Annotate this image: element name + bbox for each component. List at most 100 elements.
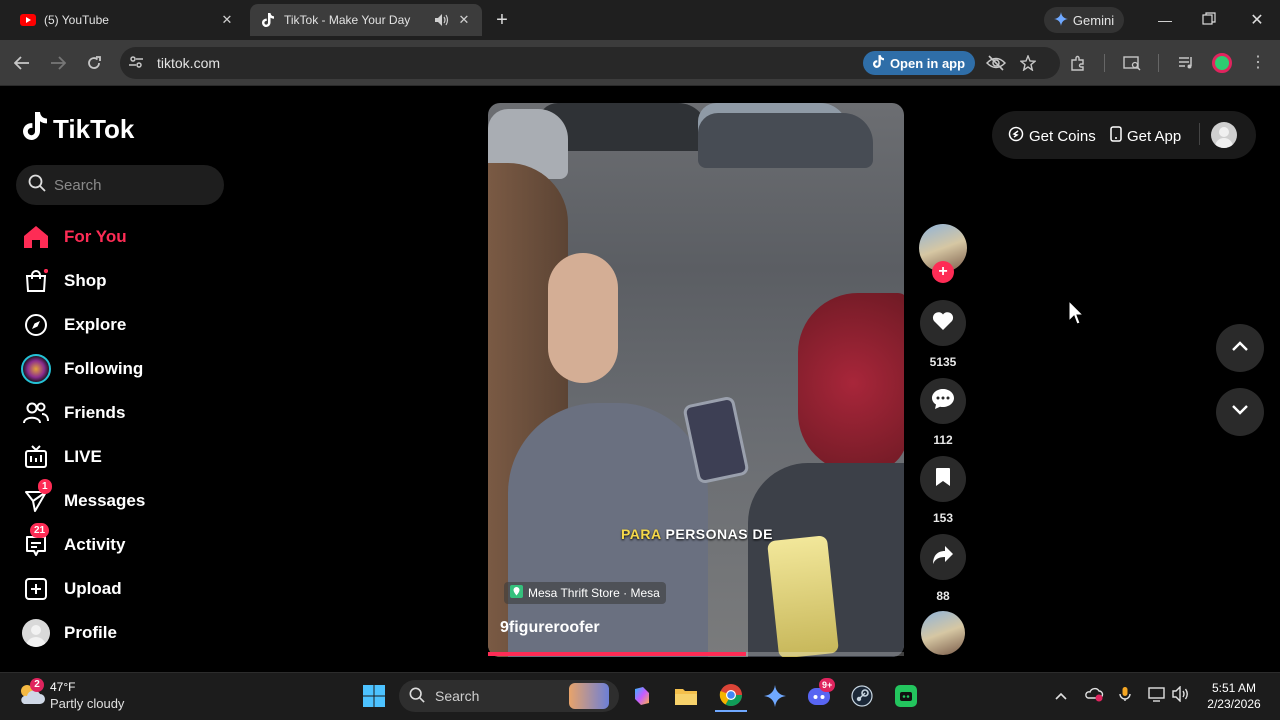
video-player[interactable] (488, 103, 904, 657)
discord-icon[interactable]: 9+ (803, 678, 836, 712)
compass-icon (20, 309, 52, 341)
search-input[interactable] (54, 176, 204, 194)
location-pin-icon (510, 585, 523, 601)
search-input-container[interactable] (16, 165, 224, 205)
bookmark-star-icon[interactable] (1017, 52, 1039, 74)
forward-icon[interactable] (47, 52, 69, 74)
video-author[interactable]: 9figureroofer (500, 619, 600, 637)
search-icon (409, 687, 425, 706)
tab-tiktok[interactable]: TikTok - Make Your Day ✕ (250, 4, 482, 36)
nav-label: Shop (64, 271, 107, 290)
search-icon (28, 174, 46, 197)
nav-activity[interactable]: 21 Activity (20, 523, 240, 565)
like-button[interactable] (920, 300, 966, 346)
tab-search-icon[interactable] (1121, 52, 1143, 74)
speaker-icon[interactable] (434, 12, 450, 28)
reload-icon[interactable] (83, 52, 105, 74)
toolbar-divider (1104, 54, 1105, 72)
video-scene-person-face (548, 253, 618, 383)
close-tab-icon[interactable]: ✕ (219, 12, 235, 28)
close-tab-icon[interactable]: ✕ (456, 12, 472, 28)
tab-youtube[interactable]: (5) YouTube ✕ (10, 4, 245, 36)
tiktok-icon (872, 55, 884, 71)
activity-badge: 21 (30, 523, 50, 538)
media-controls-icon[interactable] (1175, 52, 1197, 74)
taskbar-search[interactable]: Search (399, 680, 619, 712)
volume-icon[interactable] (1172, 685, 1190, 705)
next-video-button[interactable] (1216, 388, 1264, 436)
nav-shop[interactable]: Shop (20, 261, 240, 301)
new-tab-button[interactable]: + (492, 10, 512, 30)
back-icon[interactable] (11, 52, 33, 74)
nav-live[interactable]: LIVE (20, 437, 240, 477)
app-icon[interactable] (890, 680, 922, 712)
nav-messages[interactable]: 1 Messages (20, 479, 240, 521)
eye-off-icon[interactable] (985, 52, 1007, 74)
previous-video-button[interactable] (1216, 324, 1264, 372)
tab-title: (5) YouTube (44, 13, 109, 27)
coin-icon (1008, 126, 1024, 146)
sound-disc-avatar[interactable] (921, 611, 965, 655)
video-progress-bar[interactable] (488, 652, 904, 656)
caption-highlight: PARA (621, 526, 662, 542)
windows-start-icon[interactable] (358, 680, 390, 712)
nav-for-you[interactable]: For You (20, 217, 240, 257)
profile-avatar (20, 617, 52, 649)
nav-upload[interactable]: Upload (20, 569, 240, 609)
nav-following[interactable]: Following (20, 349, 240, 389)
nav-label: Upload (64, 579, 122, 598)
user-avatar[interactable] (1211, 122, 1237, 148)
profile-avatar-icon[interactable] (1212, 53, 1232, 73)
video-scene-person-hair (798, 293, 904, 473)
logo-text: TikTok (53, 114, 135, 144)
weather-icon[interactable]: 2 (16, 678, 48, 710)
site-info-icon[interactable] (128, 54, 144, 75)
microphone-icon[interactable] (1119, 686, 1131, 705)
home-icon (20, 221, 52, 253)
close-window-button[interactable]: ✕ (1248, 10, 1266, 29)
nav-label: Friends (64, 403, 126, 422)
location-tag[interactable]: Mesa Thrift Store · Mesa (504, 582, 666, 604)
share-button[interactable] (920, 534, 966, 580)
clock-date[interactable]: 2/23/2026 (1196, 697, 1272, 711)
youtube-icon (20, 12, 36, 28)
show-hidden-icons-icon[interactable] (1054, 688, 1068, 704)
video-scene-bag (766, 535, 840, 657)
file-explorer-icon[interactable] (670, 680, 702, 712)
restore-button[interactable] (1202, 12, 1218, 28)
steam-icon[interactable] (846, 680, 878, 712)
copilot-icon[interactable] (626, 680, 658, 712)
tiktok-logo[interactable]: TikTok (23, 112, 134, 147)
chrome-icon[interactable] (715, 680, 747, 712)
nav-profile[interactable]: Profile (20, 613, 240, 653)
url-text[interactable]: tiktok.com (157, 55, 220, 71)
clock-time[interactable]: 5:51 AM (1200, 681, 1268, 695)
extensions-icon[interactable] (1067, 52, 1089, 74)
inbox-icon: 21 (20, 523, 52, 561)
get-coins-button[interactable]: Get Coins (1008, 126, 1096, 146)
nav-friends[interactable]: Friends (20, 393, 240, 433)
bookmark-button[interactable] (920, 456, 966, 502)
tab-title: TikTok - Make Your Day (284, 13, 411, 27)
video-scene-car (698, 113, 873, 168)
follow-plus-button[interactable]: + (932, 261, 954, 283)
nav-label: Messages (64, 491, 146, 510)
phone-icon (1110, 126, 1122, 146)
tiktok-icon (23, 112, 47, 147)
gemini-app-icon[interactable] (759, 680, 791, 712)
nav-label: Explore (64, 315, 127, 334)
gemini-button[interactable]: Gemini (1044, 7, 1124, 33)
comment-button[interactable] (920, 378, 966, 424)
nav-label: For You (64, 227, 127, 246)
get-app-button[interactable]: Get App (1110, 126, 1181, 146)
onedrive-icon[interactable] (1084, 686, 1104, 705)
menu-kebab-icon[interactable]: ⋮ (1250, 52, 1266, 74)
open-in-app-button[interactable]: Open in app (863, 51, 975, 75)
nav-explore[interactable]: Explore (20, 305, 240, 345)
share-icon (932, 545, 954, 570)
minimize-button[interactable]: — (1156, 12, 1174, 28)
chevron-down-icon (1231, 403, 1249, 421)
network-icon[interactable] (1148, 686, 1166, 705)
plus-square-icon (20, 573, 52, 605)
comment-icon (931, 388, 955, 415)
